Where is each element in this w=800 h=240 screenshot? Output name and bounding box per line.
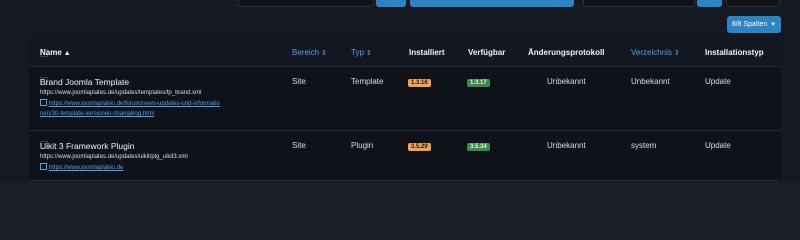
table-row: Brand Joomla Template https://www.joomla… [29, 67, 781, 131]
available-version-badge: 1.3.17 [467, 79, 490, 87]
changelog-value: Unbekannt [547, 141, 586, 150]
extension-name: Brand Joomla Template [40, 77, 130, 87]
header-typ-label: Typ [351, 48, 364, 57]
bereich-value: Site [292, 141, 306, 150]
caret-down-icon: ▼ [770, 21, 777, 28]
verzeichnis-value: system [631, 141, 657, 150]
info-link-text-1: https://www.joomlaplates.de [49, 165, 124, 171]
info-link-text-1: https://www.joomlaplates.de/forum/news-u… [49, 101, 220, 107]
updates-table: Name ▲ Bereich ⇕ Typ ⇕ Installiert Verfügba… [29, 38, 781, 181]
page-footer-area [0, 182, 800, 240]
toolbar-top [0, 0, 800, 8]
columns-button[interactable]: 8/8 Spalten ▼ [727, 16, 781, 33]
sort-asc-icon: ▲ [63, 50, 71, 57]
update-url: https://www.joomlaplates.de/updates/temp… [40, 90, 202, 96]
available-version-badge: 3.5.34 [467, 143, 490, 151]
sort-icon: ⇕ [673, 50, 680, 57]
filter-field[interactable] [238, 0, 374, 7]
table-header: Name ▲ Bereich ⇕ Typ ⇕ Installiert Verfügba… [29, 38, 781, 67]
header-aenderungsprotokoll: Änderungsprotokoll [528, 48, 605, 57]
sort-icon: ⇕ [321, 50, 327, 57]
filter-options-button[interactable] [410, 0, 574, 7]
header-verfuegbar: Verfügbar [468, 48, 506, 57]
columns-button-label: 8/8 Spalten [731, 21, 768, 28]
sort-direction-button[interactable] [697, 0, 722, 7]
header-name[interactable]: Name ▲ [40, 48, 71, 57]
info-link[interactable]: https://www.joomlaplates.de [40, 163, 272, 173]
ordering-select[interactable] [583, 0, 695, 7]
header-typ[interactable]: Typ ⇕ [351, 48, 372, 57]
header-verzeichnis[interactable]: Verzeichnis ⇕ [631, 48, 680, 57]
installationstyp-value: Update [705, 77, 731, 86]
header-bereich[interactable]: Bereich ⇕ [292, 48, 327, 57]
table-row: Uikit 3 Framework Plugin https://www.joo… [29, 131, 781, 181]
external-link-icon [40, 163, 47, 170]
sort-icon: ⇕ [365, 50, 372, 57]
installed-version-badge: 3.5.29 [408, 143, 431, 151]
installationstyp-value: Update [705, 141, 731, 150]
header-verzeichnis-label: Verzeichnis [631, 48, 672, 57]
header-installiert: Installiert [409, 48, 445, 57]
extension-name: Uikit 3 Framework Plugin [40, 141, 135, 151]
typ-value: Plugin [351, 141, 374, 150]
search-button[interactable] [376, 0, 406, 7]
info-link-text-2: nen/30-template-versionen-changelog.html [40, 111, 155, 117]
header-bereich-label: Bereich [292, 48, 320, 57]
header-installationstyp: Installationstyp [705, 48, 764, 57]
info-link[interactable]: https://www.joomlaplates.de/forum/news-u… [40, 99, 272, 119]
changelog-value: Unbekannt [547, 77, 586, 86]
header-name-label: Name [40, 48, 62, 57]
external-link-icon [40, 99, 47, 106]
verzeichnis-value: Unbekannt [631, 77, 670, 86]
installed-version-badge: 1.3.16 [408, 79, 431, 87]
bereich-value: Site [292, 77, 306, 86]
update-url: https://www.joomlaplates.de/updates/uiki… [40, 154, 188, 160]
limit-select[interactable] [726, 0, 780, 7]
typ-value: Template [351, 77, 384, 86]
